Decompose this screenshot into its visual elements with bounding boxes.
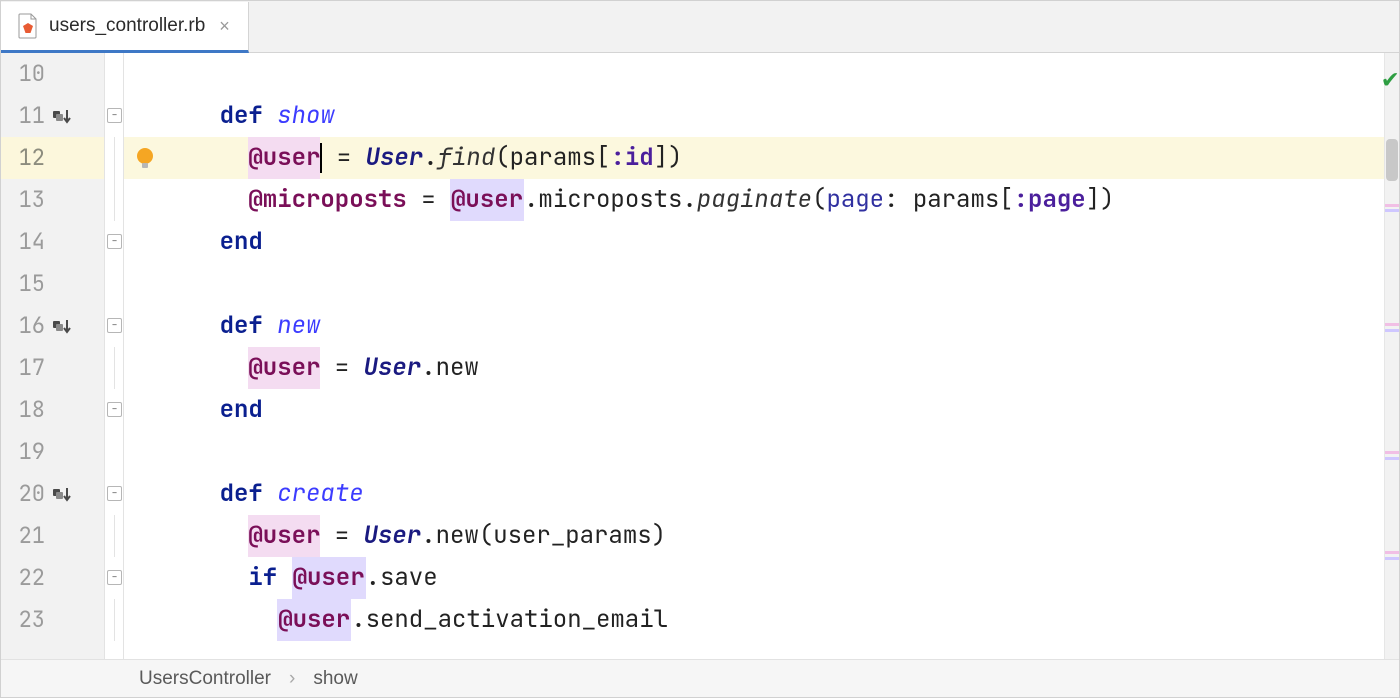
scrollbar-thumb[interactable]: [1386, 139, 1398, 181]
code-line[interactable]: def create: [124, 473, 1384, 515]
file-tab[interactable]: users_controller.rb ×: [1, 2, 249, 53]
gutter-line[interactable]: 21: [1, 515, 104, 557]
override-method-icon[interactable]: [51, 317, 73, 335]
usage-marker[interactable]: [1385, 457, 1399, 460]
line-number: 23: [1, 599, 51, 641]
code-line[interactable]: end: [124, 389, 1384, 431]
line-number: 12: [1, 137, 51, 179]
breadcrumb-class[interactable]: UsersController: [139, 668, 271, 690]
line-number: 10: [1, 53, 51, 95]
gutter-line[interactable]: 19: [1, 431, 104, 473]
fold-toggle-icon[interactable]: −: [107, 570, 122, 585]
gutter-line[interactable]: 15: [1, 263, 104, 305]
override-method-icon[interactable]: [51, 107, 73, 125]
fold-toggle-icon[interactable]: −: [107, 402, 122, 417]
usage-marker[interactable]: [1385, 329, 1399, 332]
override-method-icon[interactable]: [51, 485, 73, 503]
code-line[interactable]: [124, 263, 1384, 305]
fold-guide: [114, 137, 115, 179]
close-icon[interactable]: ×: [215, 16, 234, 37]
code-line[interactable]: [124, 431, 1384, 473]
code-editor[interactable]: 1011121314151617181920212223 − − − − − − def …: [1, 53, 1399, 659]
fold-guide: [114, 599, 115, 641]
line-number: 17: [1, 347, 51, 389]
ruby-file-icon: [17, 13, 39, 39]
marker-strip[interactable]: ✔: [1384, 53, 1399, 659]
inspection-ok-icon: ✔: [1382, 57, 1398, 99]
code-line[interactable]: [124, 53, 1384, 95]
usage-marker[interactable]: [1385, 551, 1399, 554]
line-number: 19: [1, 431, 51, 473]
file-tab-label: users_controller.rb: [49, 15, 205, 37]
fold-toggle-icon[interactable]: −: [107, 486, 122, 501]
code-area[interactable]: def show @user = User.find(params[:id]) …: [124, 53, 1384, 659]
gutter-line[interactable]: 20: [1, 473, 104, 515]
code-line[interactable]: @user = User.new(user_params): [124, 515, 1384, 557]
code-line[interactable]: @user = User.new: [124, 347, 1384, 389]
usage-marker[interactable]: [1385, 557, 1399, 560]
code-line[interactable]: @user = User.find(params[:id]): [124, 137, 1384, 179]
usage-marker[interactable]: [1385, 323, 1399, 326]
intention-bulb-icon[interactable]: [134, 146, 156, 172]
fold-toggle-icon[interactable]: −: [107, 108, 122, 123]
code-line[interactable]: def show: [124, 95, 1384, 137]
line-number: 22: [1, 557, 51, 599]
gutter-line[interactable]: 23: [1, 599, 104, 641]
usage-marker[interactable]: [1385, 451, 1399, 454]
gutter-line[interactable]: 14: [1, 221, 104, 263]
fold-guide: [114, 347, 115, 389]
fold-toggle-icon[interactable]: −: [107, 318, 122, 333]
line-number: 16: [1, 305, 51, 347]
line-number: 21: [1, 515, 51, 557]
fold-toggle-icon[interactable]: −: [107, 234, 122, 249]
line-number: 15: [1, 263, 51, 305]
code-line[interactable]: end: [124, 221, 1384, 263]
breadcrumb-method[interactable]: show: [313, 668, 357, 690]
fold-strip[interactable]: − − − − − −: [105, 53, 124, 659]
code-line[interactable]: @user.send_activation_email: [124, 599, 1384, 641]
code-line[interactable]: @microposts = @user.microposts.paginate(…: [124, 179, 1384, 221]
gutter-line[interactable]: 12: [1, 137, 104, 179]
line-number: 20: [1, 473, 51, 515]
gutter-line[interactable]: 11: [1, 95, 104, 137]
fold-guide: [114, 179, 115, 221]
gutter-line[interactable]: 16: [1, 305, 104, 347]
breadcrumb: UsersController › show: [1, 659, 1399, 697]
gutter-line[interactable]: 18: [1, 389, 104, 431]
line-number: 18: [1, 389, 51, 431]
code-line[interactable]: def new: [124, 305, 1384, 347]
line-number: 13: [1, 179, 51, 221]
line-number: 14: [1, 221, 51, 263]
code-line[interactable]: if @user.save: [124, 557, 1384, 599]
gutter-line[interactable]: 10: [1, 53, 104, 95]
tab-bar: users_controller.rb ×: [1, 1, 1399, 53]
line-number: 11: [1, 95, 51, 137]
gutter-line[interactable]: 17: [1, 347, 104, 389]
line-number-gutter[interactable]: 1011121314151617181920212223: [1, 53, 105, 659]
gutter-line[interactable]: 22: [1, 557, 104, 599]
fold-guide: [114, 515, 115, 557]
chevron-right-icon: ›: [289, 668, 295, 690]
gutter-line[interactable]: 13: [1, 179, 104, 221]
usage-marker[interactable]: [1385, 209, 1399, 212]
usage-marker[interactable]: [1385, 204, 1399, 207]
